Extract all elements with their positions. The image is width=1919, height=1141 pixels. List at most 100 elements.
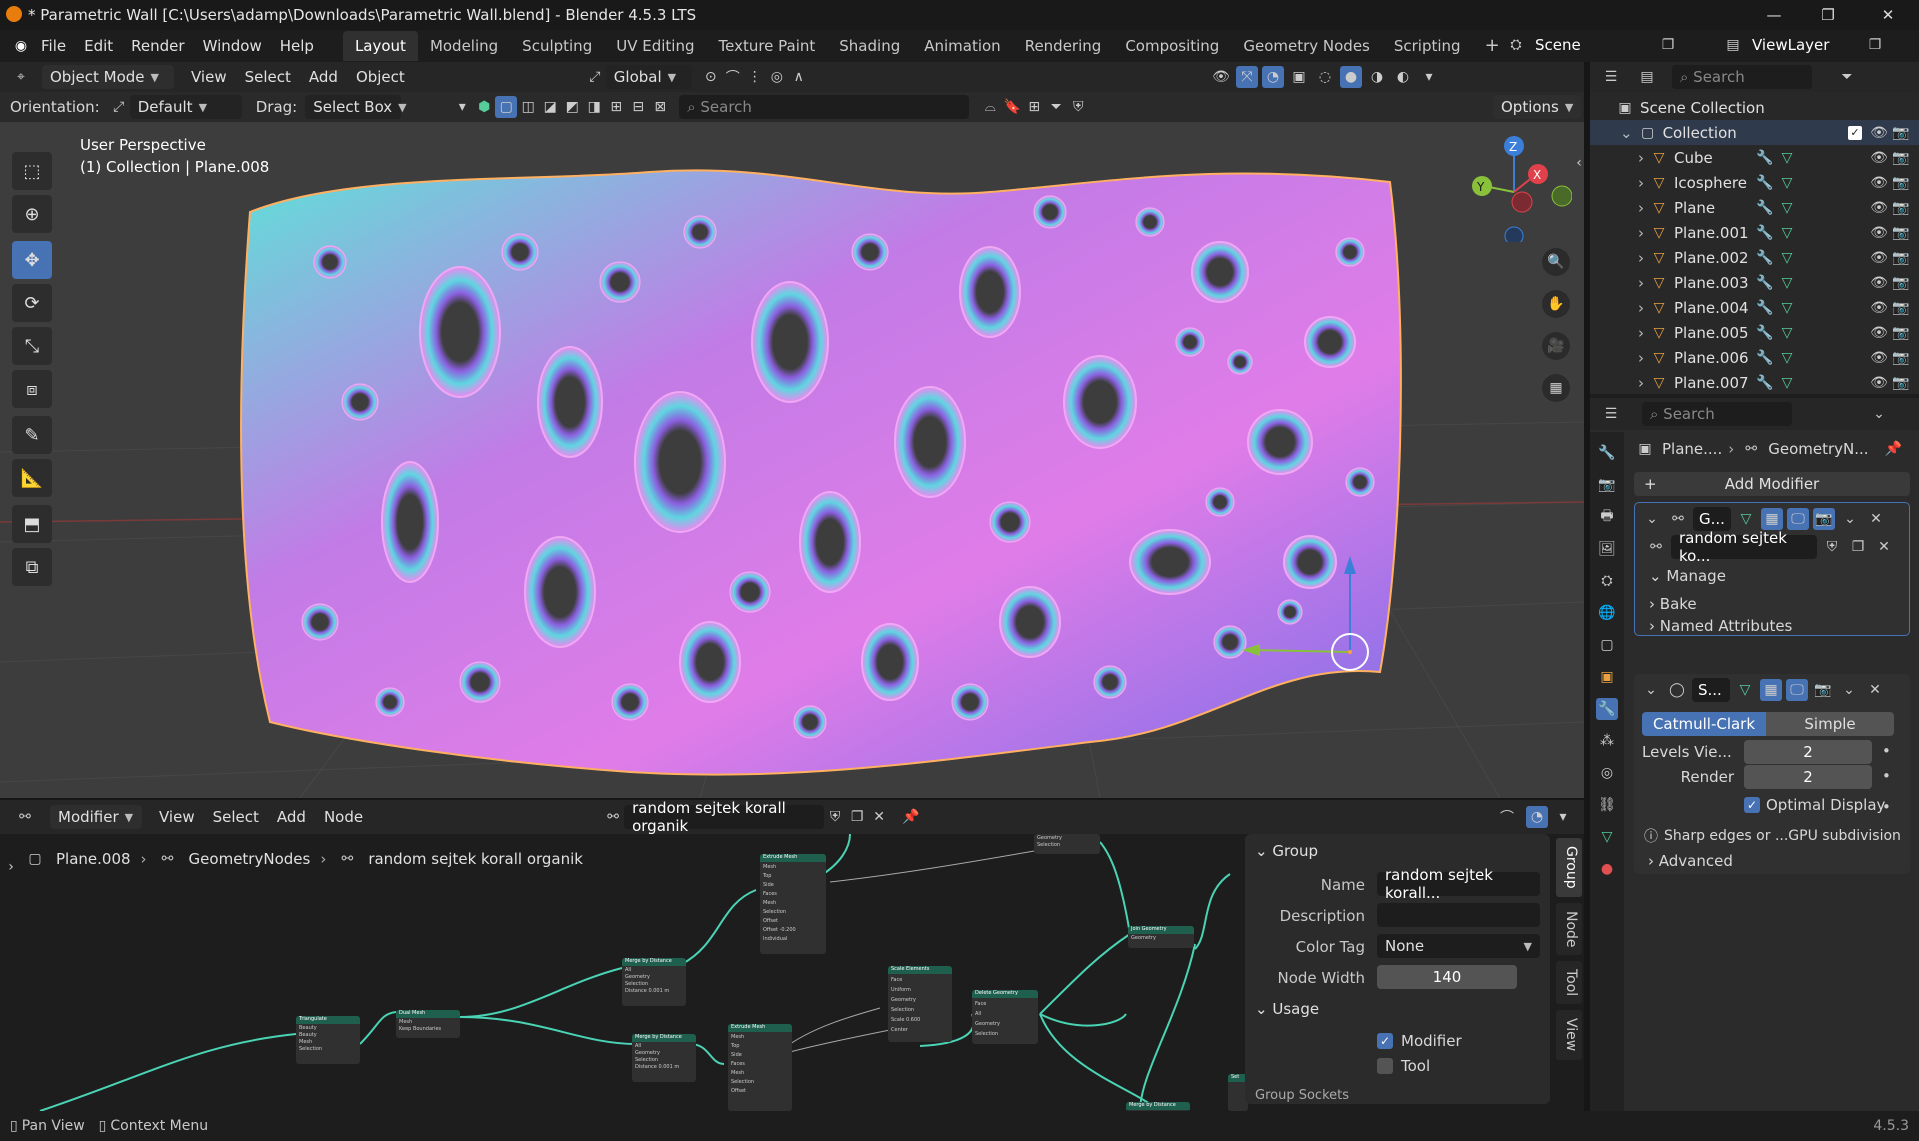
node-delete-geometry[interactable]: Delete Geometry Face All Geometry Select… [972,990,1038,1044]
constraints-tab-icon[interactable]: ⛓ [1596,794,1618,816]
node-scale-elements[interactable]: Scale Elements Face Uniform Geometry Sel… [888,966,952,1042]
xray-toggle-icon[interactable]: ▣ [1288,66,1310,88]
blender-menu-icon[interactable]: ◉ [10,35,32,57]
menu-render[interactable]: Render [122,32,193,60]
eye-icon[interactable]: 👁 [1868,172,1890,194]
node-dual-mesh[interactable]: Dual Mesh Mesh Keep Boundaries [396,1010,460,1038]
camera-render-icon[interactable]: 📷 [1890,197,1912,219]
particles-tab-icon[interactable]: ⁂ [1596,730,1618,752]
menu-edit[interactable]: Edit [75,32,122,60]
selectable-types-icon[interactable]: ⬢ [473,96,495,118]
tool-tab-icon[interactable]: 🔧 [1596,442,1618,464]
mesh-data-icon[interactable]: ▽ [1776,372,1798,394]
expand-chevron-icon[interactable]: › [1638,149,1644,167]
bake-section[interactable]: › Bake [1649,595,1697,613]
duplicate-icon[interactable]: ❐ [846,806,868,828]
outliner-filter-icon[interactable]: ⏷ [1836,66,1858,88]
select-extend-icon[interactable]: ◫ [517,96,539,118]
wireframe-shading-icon[interactable]: ◌ [1314,66,1336,88]
modifier-tab-icon[interactable]: 🔧 [1596,698,1618,720]
subsurf-modifier-name[interactable]: S... [1692,678,1730,702]
output-tab-icon[interactable]: 🖶 [1596,506,1618,528]
camera-render-icon[interactable]: 📷 [1890,222,1912,244]
edit-mode-icon[interactable]: ▽ [1735,508,1757,530]
expand-chevron-icon[interactable]: › [1638,274,1644,292]
modifier-node-group-field[interactable]: random sejtek ko... [1671,529,1817,565]
layout-icon[interactable]: ⊞ [1023,96,1045,118]
expand-chevron-icon[interactable]: › [1638,224,1644,242]
modifier-wrench-icon[interactable]: 🔧 [1754,247,1776,269]
expand-chevron-icon[interactable]: › [1638,349,1644,367]
mesh-data-icon[interactable]: ▽ [1776,247,1798,269]
remove-modifier-icon[interactable]: ✕ [1865,508,1887,530]
viewport-menu-add[interactable]: Add [300,63,347,91]
move-tool[interactable]: ✥ [12,241,52,279]
outliner-item[interactable]: › ▽ Plane.007 🔧 ▽ 👁 📷 [1590,370,1919,395]
add-cube-tool[interactable]: ⬒ [12,505,52,543]
view-layer-icon[interactable]: ▤ [1722,34,1744,56]
pivot-point-icon[interactable]: ⊙ [700,66,722,88]
node-extrude-mesh-2[interactable]: Extrude Mesh Mesh Top Side Faces Mesh Se… [728,1024,792,1111]
outliner-item[interactable]: › ▽ Plane.001 🔧 ▽ 👁 📷 [1590,220,1919,245]
render-levels-field[interactable]: 2 [1744,765,1872,789]
scene-icon[interactable]: ⛭ [1505,34,1527,56]
tool-checkbox[interactable] [1377,1058,1393,1074]
color-tag-dropdown[interactable]: None ▼ [1377,934,1540,958]
menu-file[interactable]: File [32,32,75,60]
eye-icon[interactable]: 👁 [1868,322,1890,344]
menu-help[interactable]: Help [271,32,323,60]
camera-render-icon[interactable]: 📷 [1890,322,1912,344]
viewport-menu-view[interactable]: View [182,63,236,91]
scene-collection-row[interactable]: ▣ Scene Collection [1590,95,1919,120]
outliner-item[interactable]: › ▽ Plane.003 🔧 ▽ 👁 📷 [1590,270,1919,295]
viewport-display-icon[interactable]: 🖵 [1787,508,1809,530]
modifier-checkbox[interactable]: ✓ [1377,1033,1393,1049]
properties-editor-type-icon[interactable]: ☰ [1600,403,1622,425]
camera-render-icon[interactable]: 📷 [1890,372,1912,394]
3d-viewport[interactable]: ⬚ ⊕ ✥ ⟳ ⤡ ⧈ ✎ 📐 ⬒ ⧉ User Perspective (1)… [0,122,1584,798]
perspective-grid-icon[interactable]: ▦ [1542,374,1570,402]
tab-geometry-nodes[interactable]: Geometry Nodes [1231,31,1382,61]
node-overlay-icon[interactable]: ◔ [1526,806,1548,828]
camera-render-icon[interactable]: 📷 [1890,347,1912,369]
node-merge-by-distance-3[interactable]: Merge by Distance [1126,1102,1190,1111]
modifier-wrench-icon[interactable]: 🔧 [1754,322,1776,344]
node-toolbar-toggle-icon[interactable]: › [0,856,22,878]
expand-chevron-icon[interactable]: › [1638,249,1644,267]
select-subtract-icon[interactable]: ◪ [539,96,561,118]
orientation-dropdown[interactable]: Default ▼ [129,95,242,119]
viewport-search-field[interactable]: ⌕ Search [679,95,970,119]
rendered-shading-icon[interactable]: ◐ [1392,66,1414,88]
tab-texture-paint[interactable]: Texture Paint [706,31,827,61]
render-display-icon[interactable]: 📷 [1813,508,1835,530]
scale-tool[interactable]: ⤡ [12,327,52,365]
rotate-tool[interactable]: ⟳ [12,284,52,322]
outliner-search-field[interactable]: ⌕ Search [1672,65,1812,89]
snap-node-icon[interactable]: ⌒ [1496,806,1518,828]
description-field[interactable] [1377,903,1540,927]
snap-target-icon[interactable]: ⋮ [744,66,766,88]
minimize-button[interactable]: — [1752,0,1796,30]
remove-modifier-icon[interactable]: ✕ [1864,679,1886,701]
outliner-editor-type-icon[interactable]: ☰ [1600,66,1622,88]
tab-layout[interactable]: Layout [342,31,418,61]
collapse-chevron-icon[interactable]: ⌄ [1640,679,1662,701]
viewport-display-icon[interactable]: 🖵 [1786,679,1808,701]
animate-dot-icon[interactable]: • [1882,767,1891,785]
node-group-selector[interactable]: random sejtek korall organik [624,799,825,835]
scene-tab-icon[interactable]: ⛭ [1596,570,1618,592]
node-editor-type-icon[interactable]: ⚯ [14,806,36,828]
physics-tab-icon[interactable]: ◎ [1596,762,1618,784]
advanced-section[interactable]: › Advanced [1648,852,1733,870]
node-group-type-icon[interactable]: ⚯ [602,806,624,828]
close-button[interactable]: ✕ [1866,0,1910,30]
camera-render-icon[interactable]: 📷 [1890,147,1912,169]
eye-icon[interactable]: 👁 [1868,247,1890,269]
tab-sculpting[interactable]: Sculpting [510,31,604,61]
viewport-menu-select[interactable]: Select [236,63,300,91]
object-tab-icon[interactable]: ▣ [1596,666,1618,688]
add-modifier-button[interactable]: + Add Modifier [1634,472,1910,496]
group-sockets-header[interactable]: Group Sockets [1255,1088,1349,1102]
overlay-options-icon[interactable]: ▾ [1552,806,1574,828]
view-layer-selector[interactable]: ViewLayer [1744,33,1864,57]
